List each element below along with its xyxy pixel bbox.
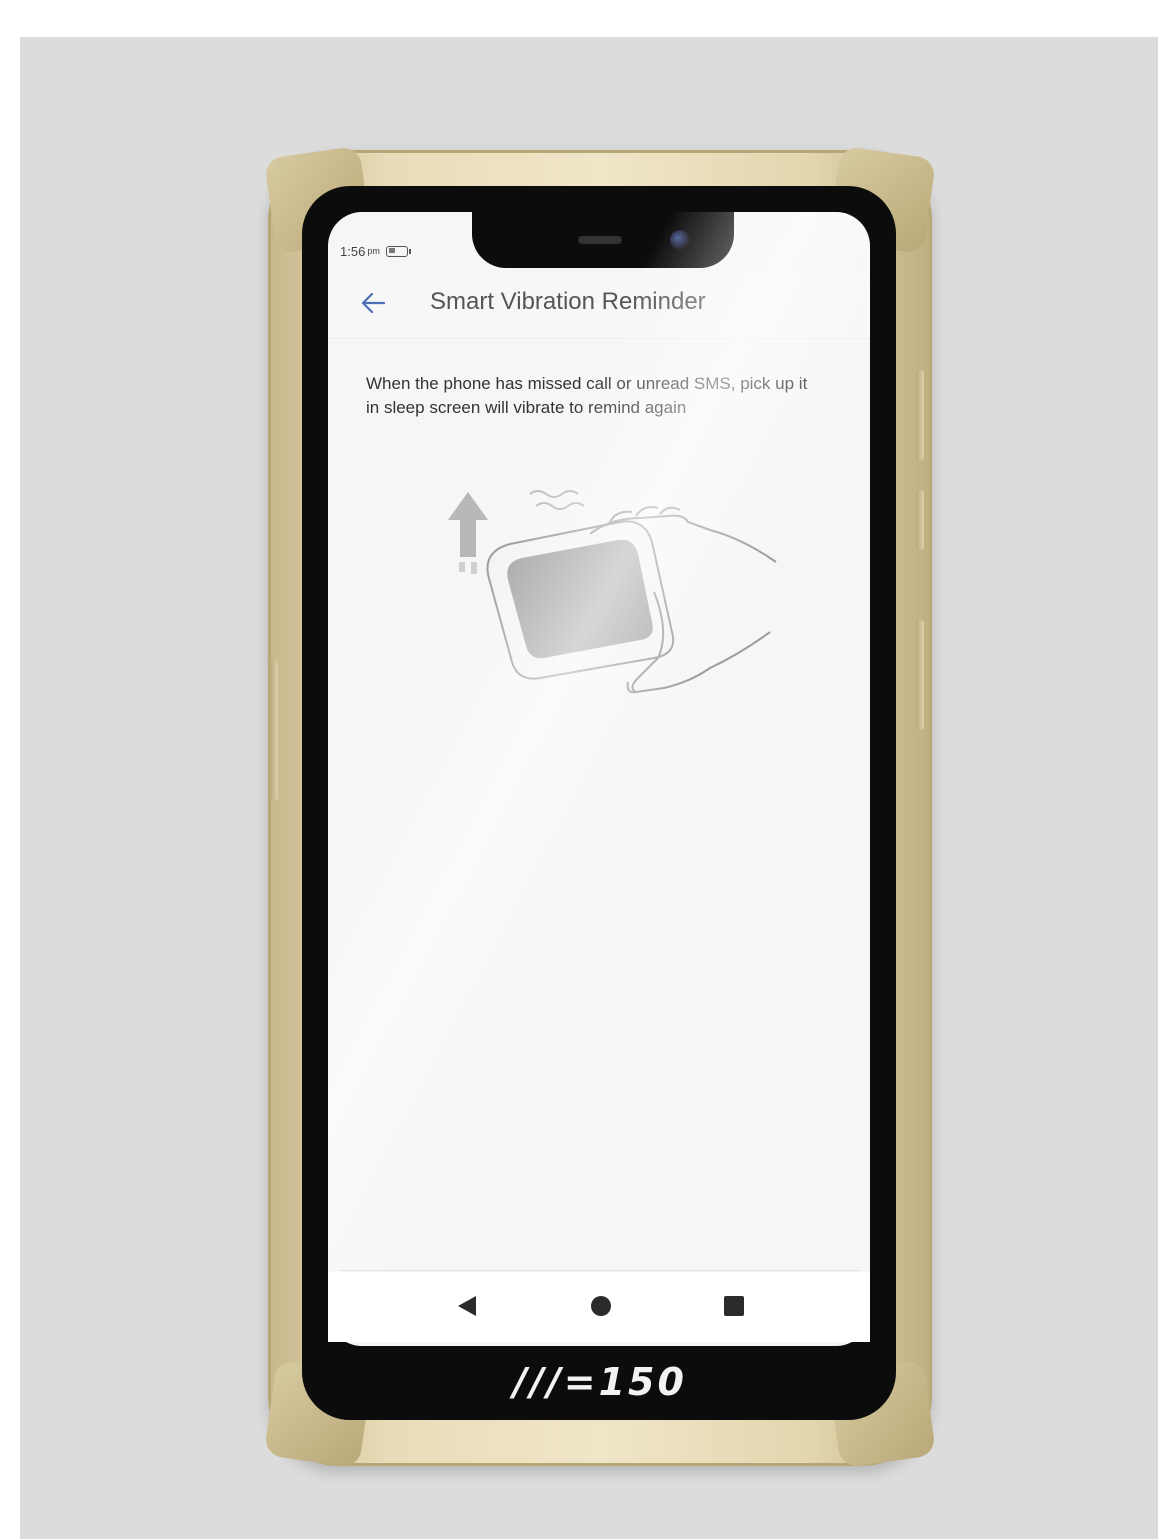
back-button[interactable] bbox=[356, 286, 390, 320]
brand-logo: ///=150 bbox=[513, 1360, 687, 1404]
front-camera bbox=[670, 230, 690, 250]
notch bbox=[472, 200, 734, 268]
square-recents-icon[interactable] bbox=[724, 1296, 744, 1316]
feature-description: When the phone has missed call or unread… bbox=[366, 374, 808, 417]
status-time: 1:56 bbox=[340, 243, 366, 259]
page-title: Smart Vibration Reminder bbox=[430, 288, 706, 315]
power-button bbox=[916, 490, 924, 550]
status-meridiem: pm bbox=[367, 246, 380, 256]
volume-button bbox=[916, 370, 924, 460]
side-button-left bbox=[270, 660, 278, 800]
up-arrow-icon bbox=[448, 492, 488, 574]
hand-lifting-phone-vibrate-illustration bbox=[448, 490, 777, 694]
earpiece-speaker bbox=[578, 236, 622, 244]
battery-icon bbox=[385, 245, 411, 257]
nav-divider bbox=[340, 1270, 860, 1271]
function-button bbox=[916, 620, 924, 730]
arrow-left-icon bbox=[361, 292, 386, 314]
triangle-back-icon[interactable] bbox=[458, 1296, 476, 1316]
circle-home-icon[interactable] bbox=[591, 1296, 611, 1316]
status-bar: 1:56 pm bbox=[340, 240, 411, 262]
